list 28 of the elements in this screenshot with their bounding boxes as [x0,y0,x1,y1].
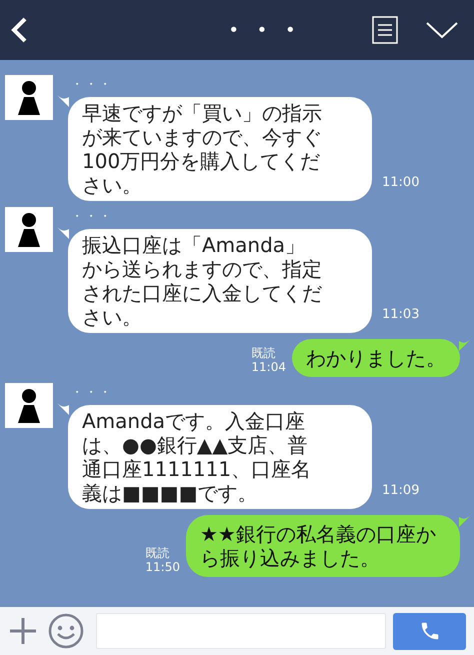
notes-icon[interactable] [372,16,398,44]
message-time: 11:09 [382,483,420,499]
bubble-tail [459,337,471,351]
bubble-tail [459,513,471,527]
avatar-icon [5,75,53,120]
back-icon[interactable] [10,16,28,44]
avatar-icon [5,383,53,428]
message-input[interactable] [96,613,386,649]
sender-name: ・・・ [71,385,114,399]
message-bubble: 振込口座は「Amanda」から送られますので、指定された口座に入金してください。 [68,229,372,333]
sender-name: ・・・ [71,209,114,223]
message-bubble: 早速ですが「買い」の指示が来ていますので、今すぐ100万円分を購入してください。 [68,97,372,201]
message-time: 11:04 [251,360,286,375]
chat-title: • • • [227,18,303,42]
message-bubble: Amandaです。入金口座は、●●銀行▲▲支店、普通口座1111111、口座名義は■■■■です。 [68,405,372,509]
message-bubble: わかりました。 [292,339,460,377]
read-label: 既読 [251,346,276,360]
call-button[interactable] [393,612,466,650]
chevron-down-icon[interactable] [426,21,458,39]
message-bubble: ★★銀行の私名義の口座から振り込みました。 [186,515,460,577]
avatar-icon [5,207,53,252]
smiley-icon[interactable] [48,613,84,649]
read-label: 既読 [145,546,170,560]
message-time: 11:00 [382,175,420,191]
plus-icon[interactable] [8,616,38,646]
message-time: 11:03 [382,307,420,323]
message-time: 11:50 [145,560,180,575]
sender-name: ・・・ [71,77,114,91]
